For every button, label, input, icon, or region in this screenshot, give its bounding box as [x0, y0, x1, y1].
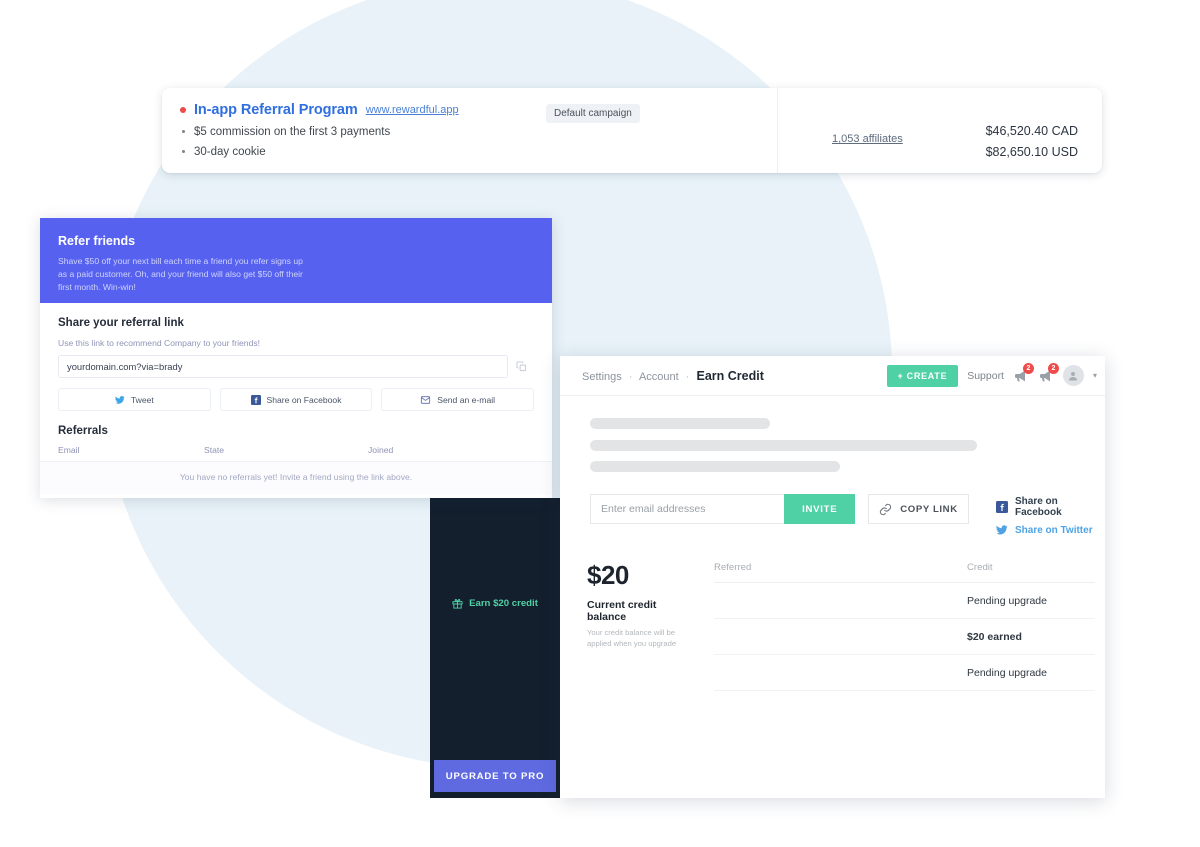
create-button[interactable]: + CREATE	[886, 364, 959, 387]
campaign-details: In-app Referral Program www.rewardful.ap…	[162, 88, 778, 173]
table-row: Pending upgrade	[714, 655, 1095, 691]
referral-link-row: yourdomain.com?via=brady	[58, 355, 534, 378]
column-header-state: State	[204, 445, 225, 455]
column-header-joined: Joined	[368, 445, 394, 455]
earn-credit-label: Earn $20 credit	[469, 598, 538, 609]
app-body: Enter email addresses INVITE COPY LINK S…	[560, 396, 1105, 691]
credit-amount: $20	[587, 560, 629, 590]
list-item: $5 commission on the first 3 payments	[180, 125, 778, 140]
share-facebook-label: Share on Facebook	[266, 394, 342, 405]
table-row: $20 earned	[714, 619, 1095, 655]
affiliates-count-link[interactable]: 1,053 affiliates	[832, 133, 903, 145]
credit-balance-label: Current credit balance	[587, 599, 657, 623]
breadcrumb-account[interactable]: Account	[639, 371, 679, 383]
hero-description: Shave $50 off your next bill each time a…	[58, 256, 303, 293]
column-header-email: Email	[58, 445, 80, 455]
amount-cad: $46,520.40 CAD	[985, 124, 1078, 138]
referrals-credit-table: Referred Credit Pending upgrade $20 earn…	[714, 562, 1095, 691]
notification-badge-count: 2	[1047, 362, 1059, 374]
column-header-referred: Referred	[714, 562, 752, 573]
app-dark-sidebar: Earn $20 credit UPGRADE TO PRO	[430, 498, 560, 798]
share-on-facebook-label: Share on Facebook	[1014, 496, 1062, 518]
referral-link-input[interactable]: yourdomain.com?via=brady	[58, 355, 508, 378]
upgrade-to-pro-button[interactable]: UPGRADE TO PRO	[434, 760, 556, 792]
list-item: 30-day cookie	[180, 145, 778, 160]
status-dot-icon	[180, 107, 186, 113]
earn-credit-app-card: Settings · Account · Earn Credit + CREAT…	[560, 356, 1105, 798]
envelope-icon	[420, 395, 431, 405]
default-campaign-badge: Default campaign	[546, 104, 640, 123]
share-buttons-row: Tweet Share on Facebook Send an e-mail	[58, 388, 535, 411]
tweet-button[interactable]: Tweet	[58, 388, 211, 411]
copy-link-label: COPY LINK	[900, 503, 958, 515]
hero-title: Refer friends	[58, 234, 136, 248]
campaign-title: In-app Referral Program	[194, 102, 358, 118]
invite-row: Enter email addresses INVITE COPY LINK S…	[590, 494, 1105, 536]
invite-button[interactable]: INVITE	[784, 494, 856, 524]
facebook-icon	[995, 501, 1008, 513]
campaign-url-link[interactable]: www.rewardful.app	[366, 104, 459, 116]
credit-status: Pending upgrade	[967, 666, 1047, 679]
screenshot-stage: In-app Referral Program www.rewardful.ap…	[0, 0, 1200, 847]
send-email-button[interactable]: Send an e-mail	[381, 388, 535, 411]
earn-credit-link[interactable]: Earn $20 credit	[430, 598, 560, 609]
header-actions: + CREATE Support 2 2 ▾	[886, 362, 1097, 387]
send-email-label: Send an e-mail	[437, 394, 496, 405]
campaign-title-row: In-app Referral Program www.rewardful.ap…	[180, 102, 778, 118]
megaphone-notification-button[interactable]: 2	[1013, 362, 1034, 384]
placeholder-bar	[590, 440, 977, 451]
referral-widget-card: Refer friends Shave $50 off your next bi…	[40, 218, 552, 498]
email-addresses-input[interactable]: Enter email addresses	[590, 494, 785, 524]
page-title: Earn Credit	[696, 368, 764, 383]
gift-icon	[452, 598, 463, 609]
credit-status: Pending upgrade	[967, 594, 1047, 607]
breadcrumb-separator: ·	[685, 370, 690, 383]
link-icon	[879, 503, 892, 516]
table-header: Referred Credit	[714, 562, 1095, 583]
chevron-down-icon[interactable]: ▾	[1093, 371, 1097, 380]
share-link-subtitle: Use this link to recommend Company to yo…	[58, 338, 261, 348]
referrals-title: Referrals	[58, 425, 108, 437]
credit-status: $20 earned	[967, 630, 1022, 643]
placeholder-bar	[590, 461, 840, 472]
share-facebook-button[interactable]: Share on Facebook	[219, 388, 373, 411]
credit-balance-block: $20 Current credit balance Your credit b…	[587, 562, 687, 691]
notification-badge-count: 2	[1022, 362, 1034, 374]
column-header-credit: Credit	[967, 562, 993, 573]
refer-friends-body: Share your referral link Use this link t…	[40, 303, 552, 494]
breadcrumb-separator: ·	[628, 370, 633, 383]
social-share-links: Share on Facebook Share on Twitter	[995, 494, 1105, 536]
referrals-empty-state: You have no referrals yet! Invite a frie…	[40, 461, 552, 494]
support-link[interactable]: Support	[967, 370, 1004, 382]
app-header: Settings · Account · Earn Credit + CREAT…	[560, 356, 1105, 396]
share-on-twitter-label: Share on Twitter	[1014, 524, 1093, 536]
credit-balance-note: Your credit balance will be applied when…	[587, 628, 677, 648]
refer-friends-hero: Refer friends Shave $50 off your next bi…	[40, 218, 552, 303]
breadcrumb: Settings · Account · Earn Credit	[582, 369, 764, 383]
campaign-stats: Default campaign 1,053 affiliates $46,52…	[546, 88, 1102, 173]
share-on-twitter-link[interactable]: Share on Twitter	[996, 524, 1105, 536]
table-row: Pending upgrade	[714, 583, 1095, 619]
credit-section: $20 Current credit balance Your credit b…	[587, 562, 1105, 691]
tweet-label: Tweet	[130, 394, 154, 405]
campaign-summary-card: In-app Referral Program www.rewardful.ap…	[162, 88, 1102, 173]
breadcrumb-settings[interactable]: Settings	[582, 371, 622, 383]
campaign-terms-list: $5 commission on the first 3 payments 30…	[180, 125, 778, 160]
placeholder-bar	[590, 418, 770, 429]
amount-usd: $82,650.10 USD	[985, 145, 1078, 159]
copy-icon	[515, 361, 527, 372]
avatar[interactable]	[1062, 365, 1084, 386]
facebook-icon	[250, 394, 261, 405]
referrals-table-header: Email State Joined	[58, 445, 534, 455]
copy-link-icon-button[interactable]	[508, 361, 534, 372]
twitter-icon	[996, 524, 1008, 536]
copy-link-button[interactable]: COPY LINK	[868, 494, 969, 524]
share-link-title: Share your referral link	[58, 317, 184, 329]
bell-notification-button[interactable]: 2	[1038, 362, 1059, 384]
twitter-icon	[115, 395, 125, 405]
share-on-facebook-link[interactable]: Share on Facebook	[995, 496, 1105, 518]
